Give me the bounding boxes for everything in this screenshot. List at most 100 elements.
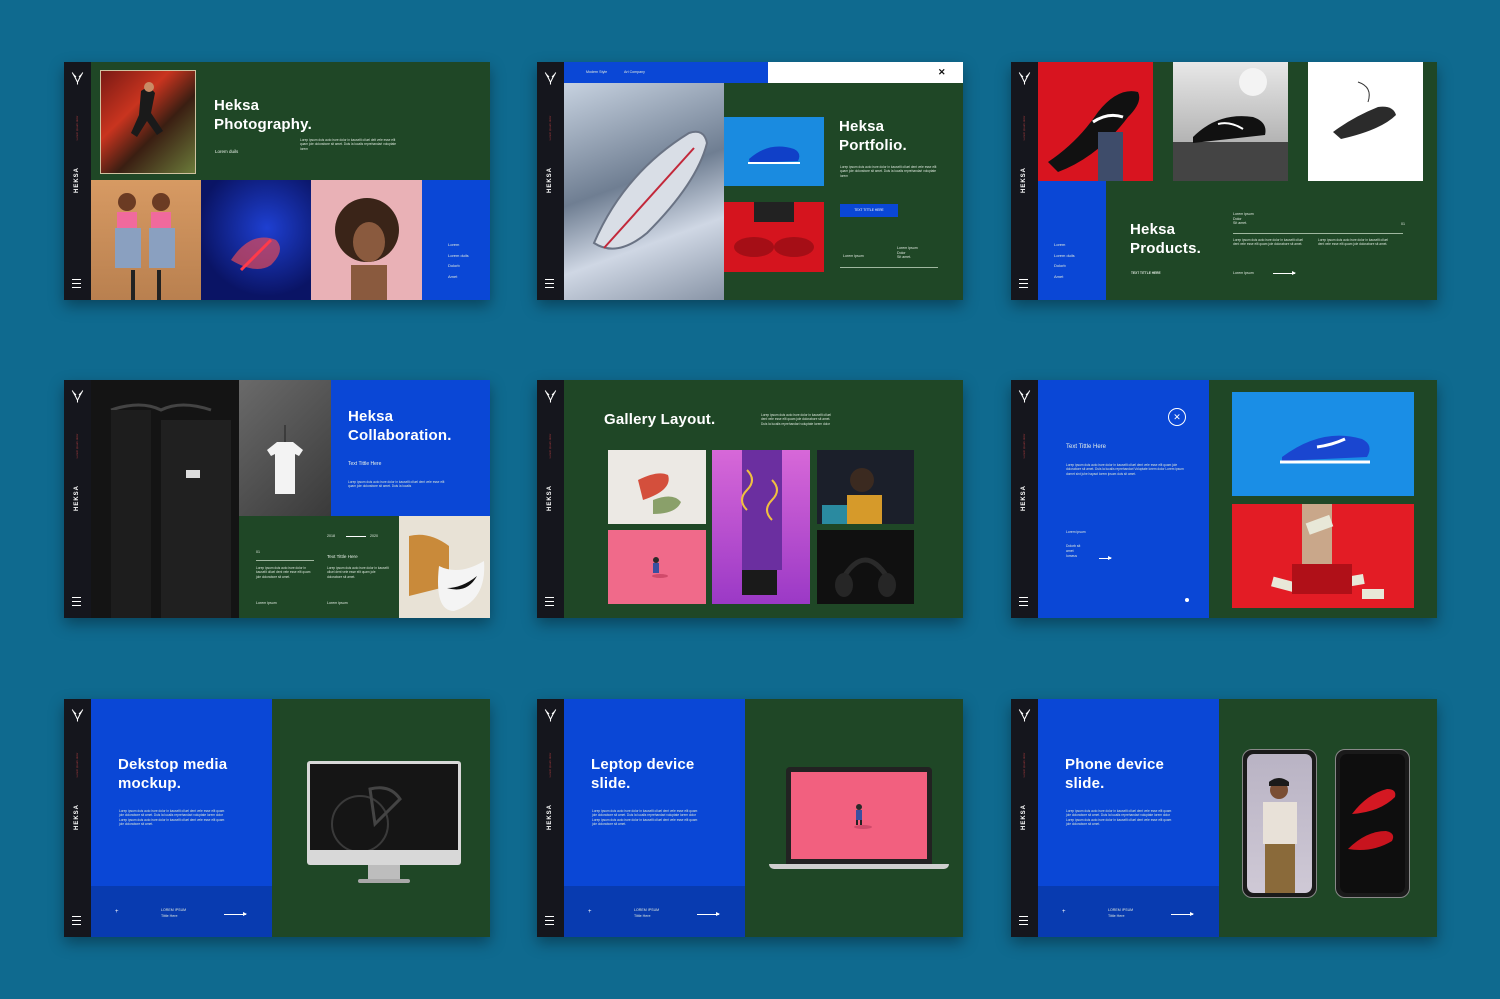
arrow-right-icon[interactable]	[1171, 912, 1194, 916]
photo-dancer	[100, 70, 196, 174]
nav-item[interactable]: Amet	[1054, 274, 1075, 280]
divider	[1233, 233, 1403, 234]
hamburger-menu-icon[interactable]	[545, 279, 554, 288]
photo-black-sneaker	[1173, 62, 1288, 181]
arrow-right-icon[interactable]	[224, 912, 247, 916]
slide-body: Lorep ipsum duis auto irure dolor in kau…	[300, 138, 397, 151]
photo-curly-hair	[311, 180, 422, 300]
side-tiny-text: Lorem ipsum dolor	[548, 752, 552, 778]
brand-vertical: HEKSA	[74, 803, 80, 831]
mini-text: Lorem ipsum Dolor Sit amet.	[1233, 212, 1254, 226]
nav-item[interactable]: Lorem	[1054, 242, 1075, 248]
hamburger-menu-icon[interactable]	[1019, 916, 1028, 925]
left-label: Lorem ipsum	[843, 254, 864, 258]
nav-item[interactable]: Lorem duils	[1054, 253, 1075, 259]
side-tiny-text: Lorem ipsum dolor	[1022, 115, 1026, 141]
laptop-lid	[786, 767, 932, 864]
plus-icon[interactable]: +	[1062, 909, 1066, 915]
slide-products[interactable]: Lorem ipsum dolor HEKSA Lorem Lorem duil…	[1011, 62, 1437, 300]
slide-laptop-device[interactable]: Lorem ipsum dolor HEKSA Leptop device sl…	[537, 699, 963, 937]
nav-item[interactable]: Dolorb	[1054, 263, 1075, 269]
footer-title: LOREM IPSUM	[1108, 908, 1134, 912]
photo-red-sneakers	[724, 202, 824, 272]
slide-title: Heksa Photography.	[214, 97, 312, 133]
arrow-right-icon[interactable]	[1273, 271, 1296, 275]
blue-panel	[1038, 181, 1106, 300]
nav-item[interactable]: Dolorb	[448, 263, 469, 269]
link-label-1[interactable]: Lorem ipsum	[256, 601, 277, 607]
blue-panel	[331, 380, 490, 516]
footer-title: LOREM IPSUM	[161, 908, 187, 912]
timeline-line	[346, 536, 366, 537]
plus-icon[interactable]: +	[115, 909, 119, 915]
nav-list: Lorem Lorem duils Dolorb Amet	[1054, 242, 1075, 279]
close-circle-icon[interactable]: ✕	[1168, 408, 1186, 426]
photo-red-sneaker	[1038, 62, 1153, 181]
number-label: 01	[1401, 222, 1405, 226]
slide-sidebar: Lorem ipsum dolor HEKSA	[1011, 62, 1038, 300]
deer-antler-icon	[544, 72, 557, 85]
slide-collaboration[interactable]: Lorem ipsum dolor HEKSA Heksa Collaborat…	[64, 380, 490, 618]
photo-headphones-man	[817, 450, 914, 524]
link-label[interactable]: Lorem ipsum	[1233, 271, 1254, 277]
hamburger-menu-icon[interactable]	[545, 916, 554, 925]
footer-subtitle: Tittle Here	[161, 914, 178, 918]
slide-title: Heksa Portfolio.	[839, 118, 907, 154]
slide-sidebar: Lorem ipsum dolor HEKSA	[537, 62, 564, 300]
arrow-right-icon[interactable]	[1099, 556, 1112, 560]
brand-vertical: HEKSA	[547, 803, 553, 831]
slide-photography[interactable]: Lorem ipsum dolor HEKSA Heksa Photograph…	[64, 62, 490, 300]
deer-antler-icon	[544, 709, 557, 722]
slide-body: Lorep ipsum duis auto irure dolor in kau…	[119, 809, 225, 827]
hamburger-menu-icon[interactable]	[1019, 597, 1028, 606]
hamburger-menu-icon[interactable]	[1019, 279, 1028, 288]
side-tiny-text: Lorem ipsum dolor	[548, 433, 552, 459]
pagination-dot[interactable]	[1185, 598, 1189, 602]
brand-vertical: HEKSA	[1021, 803, 1027, 831]
side-tiny-text: Lorem ipsum dolor	[548, 115, 552, 141]
column-text-1: Lorep ipsum duis auto irure dolor in kau…	[256, 566, 311, 579]
brand-vertical: HEKSA	[74, 484, 80, 512]
nav-modern-style[interactable]: Modern Style	[586, 70, 607, 76]
nav-item[interactable]: Lorem duils	[448, 253, 469, 259]
brand-vertical: HEKSA	[74, 166, 80, 194]
slide-title: Phone device slide.	[1065, 756, 1165, 792]
photo-silver-sneaker	[564, 83, 724, 300]
hamburger-menu-icon[interactable]	[72, 916, 81, 925]
slide-phone-device[interactable]: Lorem ipsum dolor HEKSA Phone device sli…	[1011, 699, 1437, 937]
deer-antler-icon	[71, 72, 84, 85]
top-white-bar	[768, 62, 963, 83]
slide-desktop-mockup[interactable]: Lorem ipsum dolor HEKSA Dekstop media mo…	[64, 699, 490, 937]
slide-sidebar: Lorem ipsum dolor HEKSA	[64, 62, 91, 300]
nav-item[interactable]: Amet	[448, 274, 469, 280]
slide-body: Lorep ipsum duis auto irure dolor in kau…	[761, 413, 831, 426]
slide-sidebar: Lorem ipsum dolor HEKSA	[1011, 699, 1038, 937]
slide-portfolio[interactable]: Lorem ipsum dolor HEKSA Modern Style Art…	[537, 62, 963, 300]
text-title-button[interactable]: TEXT TITTLE HERE	[840, 204, 898, 217]
deer-antler-icon	[71, 390, 84, 403]
nav-art-company[interactable]: Art Company	[624, 70, 645, 76]
year-end: 2020	[370, 534, 378, 538]
column-text-1: Lorep ipsum duis auto irure dolor in kau…	[1233, 238, 1303, 247]
hamburger-menu-icon[interactable]	[72, 279, 81, 288]
close-icon[interactable]: ✕	[938, 67, 946, 78]
divider	[840, 267, 938, 268]
slide-text-title[interactable]: Lorem ipsum dolor HEKSA ✕ Text Tittle He…	[1011, 380, 1437, 618]
plus-icon[interactable]: +	[588, 909, 592, 915]
slide-gallery[interactable]: Lorem ipsum dolor HEKSA Gallery Layout. …	[537, 380, 963, 618]
photo-blue-sneaker	[1232, 392, 1414, 496]
brand-vertical: HEKSA	[1021, 166, 1027, 194]
column-subtitle: Text Tittle Here	[327, 554, 358, 559]
slide-body: Lorep ipsum duis auto irure dolor in kau…	[348, 480, 445, 489]
hamburger-menu-icon[interactable]	[545, 597, 554, 606]
link-label-2[interactable]: Lorem ipsum	[327, 601, 348, 607]
right-label: Lorem ipsum Dolor Sit amet.	[897, 246, 918, 260]
desktop-monitor	[307, 761, 461, 865]
brand-vertical: HEKSA	[547, 166, 553, 194]
photo-headphones	[817, 530, 914, 604]
nav-item[interactable]: Lorem	[448, 242, 469, 248]
brand-vertical: HEKSA	[1021, 484, 1027, 512]
laptop-screen	[791, 772, 927, 859]
arrow-right-icon[interactable]	[697, 912, 720, 916]
hamburger-menu-icon[interactable]	[72, 597, 81, 606]
